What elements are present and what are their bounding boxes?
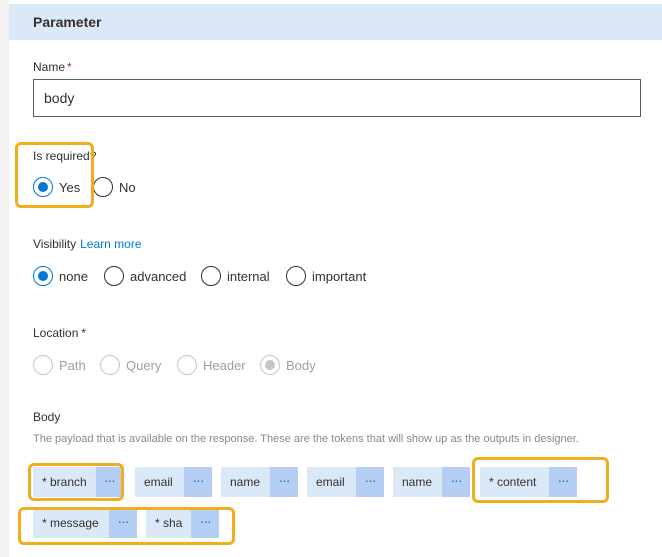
radio-label: Yes (59, 179, 81, 195)
token-label: email (316, 475, 345, 489)
token-label: email (144, 475, 173, 489)
radio-label: Header (203, 357, 246, 373)
page-title: Parameter (33, 14, 102, 30)
ellipsis-icon[interactable]: ··· (549, 467, 577, 497)
ellipsis-icon[interactable]: ··· (191, 508, 219, 538)
parameter-header: Parameter (9, 4, 662, 40)
location-path-radio[interactable]: Path (33, 354, 86, 376)
radio-label: No (119, 179, 136, 195)
ellipsis-icon[interactable]: ··· (109, 508, 137, 538)
visibility-important-radio[interactable]: important (286, 265, 366, 287)
token-content[interactable]: * content ··· (480, 467, 577, 497)
location-label-text: Location (33, 326, 79, 340)
location-label: Location * (33, 326, 86, 340)
radio-unchecked-icon (93, 177, 113, 197)
token-label: name (402, 475, 433, 489)
name-label: Name * (33, 60, 72, 74)
left-panel-edge (0, 0, 9, 557)
radio-checked-icon (33, 177, 53, 197)
location-query-radio[interactable]: Query (100, 354, 161, 376)
is-required-label: Is required? (33, 149, 97, 163)
radio-unchecked-icon (201, 266, 221, 286)
token-label: * branch (42, 475, 87, 489)
body-description: The payload that is available on the res… (33, 433, 579, 445)
radio-unchecked-icon (177, 355, 197, 375)
token-label: * sha (155, 516, 183, 530)
token-name[interactable]: name ··· (393, 467, 470, 497)
visibility-internal-radio[interactable]: internal (201, 265, 270, 287)
radio-label: internal (227, 268, 270, 284)
token-label: * content (489, 475, 537, 489)
visibility-label: Visibility Learn more (33, 237, 142, 251)
token-label: name (230, 475, 261, 489)
ellipsis-icon[interactable]: ··· (270, 467, 298, 497)
name-label-text: Name (33, 60, 66, 74)
token-message[interactable]: * message ··· (33, 508, 137, 538)
location-body-radio[interactable]: Body (260, 354, 316, 376)
radio-unchecked-icon (33, 355, 53, 375)
visibility-advanced-radio[interactable]: advanced (104, 265, 186, 287)
required-asterisk: * (67, 60, 72, 74)
ellipsis-icon[interactable]: ··· (95, 467, 123, 497)
visibility-label-text: Visibility (33, 237, 77, 251)
radio-unchecked-icon (104, 266, 124, 286)
radio-label: Body (286, 357, 316, 373)
location-header-radio[interactable]: Header (177, 354, 246, 376)
is-required-no-radio[interactable]: No (93, 176, 136, 198)
learn-more-link[interactable]: Learn more (80, 237, 141, 251)
radio-unchecked-icon (286, 266, 306, 286)
required-asterisk: * (81, 326, 87, 340)
token-name[interactable]: name ··· (221, 467, 298, 497)
name-input[interactable]: body (33, 79, 641, 117)
visibility-none-radio[interactable]: none (33, 265, 88, 287)
token-email[interactable]: email ··· (135, 467, 212, 497)
radio-checked-icon (260, 355, 280, 375)
radio-checked-icon (33, 266, 53, 286)
ellipsis-icon[interactable]: ··· (184, 467, 212, 497)
radio-label: Path (59, 357, 86, 373)
radio-label: none (59, 268, 88, 284)
body-label: Body (33, 410, 61, 424)
ellipsis-icon[interactable]: ··· (356, 467, 384, 497)
ellipsis-icon[interactable]: ··· (442, 467, 470, 497)
radio-label: important (312, 268, 367, 284)
radio-label: advanced (130, 268, 187, 284)
token-label: * message (42, 516, 99, 530)
token-sha[interactable]: * sha ··· (146, 508, 219, 538)
radio-label: Query (126, 357, 162, 373)
is-required-yes-radio[interactable]: Yes (33, 176, 80, 198)
radio-unchecked-icon (100, 355, 120, 375)
token-branch[interactable]: * branch ··· (33, 467, 123, 497)
token-email[interactable]: email ··· (307, 467, 384, 497)
